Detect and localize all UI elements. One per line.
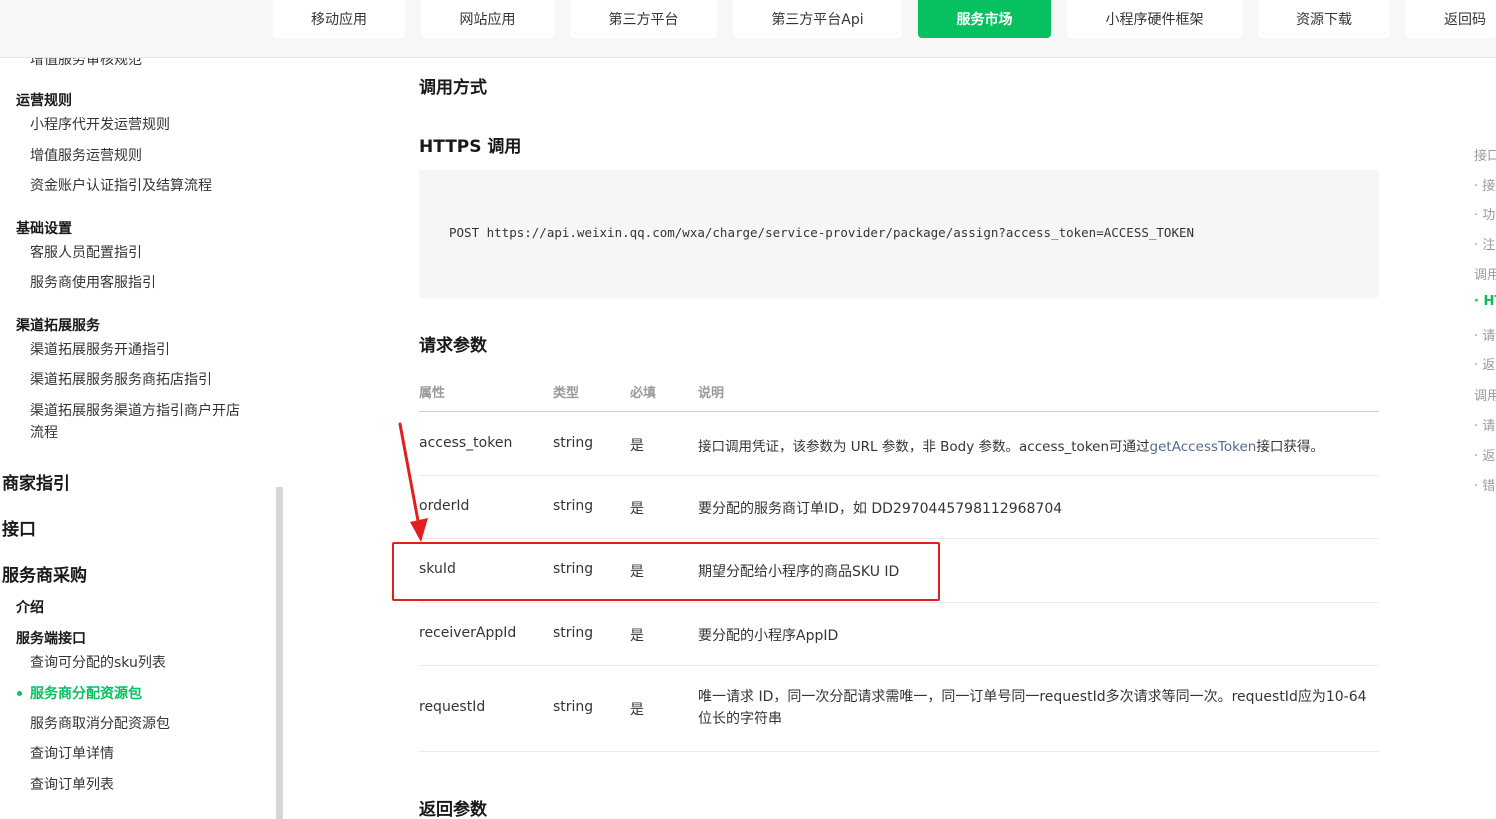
param-type: string (553, 498, 594, 514)
toc-item[interactable]: · 请 (1474, 415, 1496, 434)
param-name: orderId (419, 498, 470, 514)
toc-item[interactable]: 调用 (1474, 264, 1496, 283)
sidebar-group-ops[interactable]: 运营规则 (16, 90, 72, 110)
param-type: string (553, 561, 594, 577)
active-dot-icon (17, 691, 22, 696)
sidebar-item[interactable]: 资金账户认证指引及结算流程 (30, 175, 212, 197)
param-name: requestId (419, 699, 486, 715)
param-required: 是 (630, 438, 644, 454)
sidebar-item[interactable]: 查询可分配的sku列表 (30, 652, 166, 674)
param-desc: 唯一请求 ID，同一次分配请求需唯一，同一订单号同一requestId多次请求等… (698, 689, 1367, 727)
sidebar-section-purchase[interactable]: 服务商采购 (2, 561, 87, 586)
param-type: string (553, 699, 594, 715)
row-divider (419, 538, 1379, 539)
toc-item[interactable]: 调用 (1474, 385, 1496, 404)
get-access-token-link[interactable]: getAccessToken (1150, 439, 1257, 455)
tab-service-market[interactable]: 服务市场 (918, 0, 1051, 38)
param-desc-text: 接口获得。 (1256, 439, 1324, 455)
tab-return-codes[interactable]: 返回码 (1406, 0, 1496, 38)
param-desc: 要分配的服务商订单ID，如 DD2970445798112968704 (698, 501, 1063, 517)
param-desc: 期望分配给小程序的商品SKU ID (698, 564, 900, 580)
tab-mobile-app[interactable]: 移动应用 (273, 0, 405, 38)
sidebar-item[interactable]: 渠道拓展服务渠道方指引商户开店 (30, 400, 240, 422)
row-divider (419, 751, 1379, 752)
heading-return-params: 返回参数 (419, 800, 487, 819)
param-required: 是 (630, 564, 644, 580)
param-type: string (553, 625, 594, 641)
toc-item[interactable]: · 接 (1474, 175, 1496, 194)
param-required: 是 (630, 501, 644, 517)
sidebar-item[interactable]: 服务商取消分配资源包 (30, 713, 170, 735)
toc-item-active[interactable]: · HT (1474, 294, 1496, 309)
sidebar-item[interactable]: 渠道拓展服务开通指引 (30, 339, 170, 361)
row-divider (419, 665, 1379, 666)
heading-https: HTTPS 调用 (419, 137, 522, 157)
sidebar-item[interactable]: 查询订单列表 (30, 774, 114, 796)
sidebar: 增值服务审核规范 运营规则 小程序代开发运营规则 增值服务运营规则 资金账户认证… (0, 58, 278, 819)
tab-hardware-framework[interactable]: 小程序硬件框架 (1067, 0, 1242, 38)
param-required: 是 (630, 702, 644, 718)
code-block: POST https://api.weixin.qq.com/wxa/charg… (419, 170, 1379, 298)
row-divider (419, 602, 1379, 603)
tab-third-party-platform[interactable]: 第三方平台 (570, 0, 717, 38)
param-name: skuId (419, 561, 456, 577)
toc-item[interactable]: · 请 (1474, 325, 1496, 344)
param-required: 是 (630, 628, 644, 644)
sidebar-group-basic[interactable]: 基础设置 (16, 218, 72, 238)
sidebar-item[interactable]: 增值服务运营规则 (30, 145, 142, 167)
sidebar-group-server[interactable]: 服务端接口 (16, 628, 86, 648)
toc-item[interactable]: · 错 (1474, 475, 1496, 494)
column-header: 说明 (698, 386, 725, 401)
table-header-divider (419, 411, 1379, 412)
toc-item[interactable]: · 注 (1474, 234, 1496, 253)
param-type: string (553, 435, 594, 451)
param-desc: 要分配的小程序AppID (698, 628, 839, 644)
column-header: 必填 (630, 386, 657, 401)
param-name: access_token (419, 435, 513, 451)
sidebar-item[interactable]: 小程序代开发运营规则 (30, 114, 170, 136)
tab-downloads[interactable]: 资源下载 (1258, 0, 1390, 38)
code-line: POST https://api.weixin.qq.com/wxa/charg… (449, 225, 1195, 240)
toc-item[interactable]: 接口 (1474, 145, 1496, 164)
sidebar-item[interactable]: 流程 (30, 422, 58, 444)
sidebar-scrollbar[interactable] (276, 487, 283, 819)
toc-item[interactable]: · 返 (1474, 354, 1496, 373)
tab-website-app[interactable]: 网站应用 (421, 0, 554, 38)
sidebar-item-active[interactable]: 服务商分配资源包 (30, 683, 142, 705)
sidebar-section-api[interactable]: 接口 (2, 515, 36, 540)
toc-item[interactable]: · 返 (1474, 445, 1496, 464)
sidebar-item-intro[interactable]: 介绍 (16, 597, 44, 617)
sidebar-item[interactable]: 渠道拓展服务服务商拓店指引 (30, 369, 212, 391)
column-header: 类型 (553, 386, 580, 401)
param-desc: 接口调用凭证，该参数为 URL 参数，非 Body 参数。access_toke… (698, 435, 1324, 455)
sidebar-item[interactable]: 查询订单详情 (30, 743, 114, 765)
toc-item[interactable]: · 功 (1474, 204, 1496, 223)
sidebar-item[interactable]: 服务商使用客服指引 (30, 272, 156, 294)
param-desc-text: 接口调用凭证，该参数为 URL 参数，非 Body 参数。access_toke… (698, 439, 1150, 455)
heading-request-params: 请求参数 (419, 336, 487, 356)
tab-third-party-api[interactable]: 第三方平台Api (733, 0, 902, 38)
heading-call-method: 调用方式 (419, 78, 487, 98)
param-name: receiverAppId (419, 625, 517, 641)
sidebar-section-merchant[interactable]: 商家指引 (2, 469, 70, 494)
sidebar-group-channel[interactable]: 渠道拓展服务 (16, 315, 100, 335)
sidebar-item[interactable]: 客服人员配置指引 (30, 242, 142, 264)
top-nav: 移动应用 网站应用 第三方平台 第三方平台Api 服务市场 小程序硬件框架 资源… (0, 0, 1496, 58)
column-header: 属性 (419, 386, 446, 401)
sidebar-item-cut[interactable]: 增值服务审核规范 (30, 58, 142, 71)
row-divider (419, 475, 1379, 476)
